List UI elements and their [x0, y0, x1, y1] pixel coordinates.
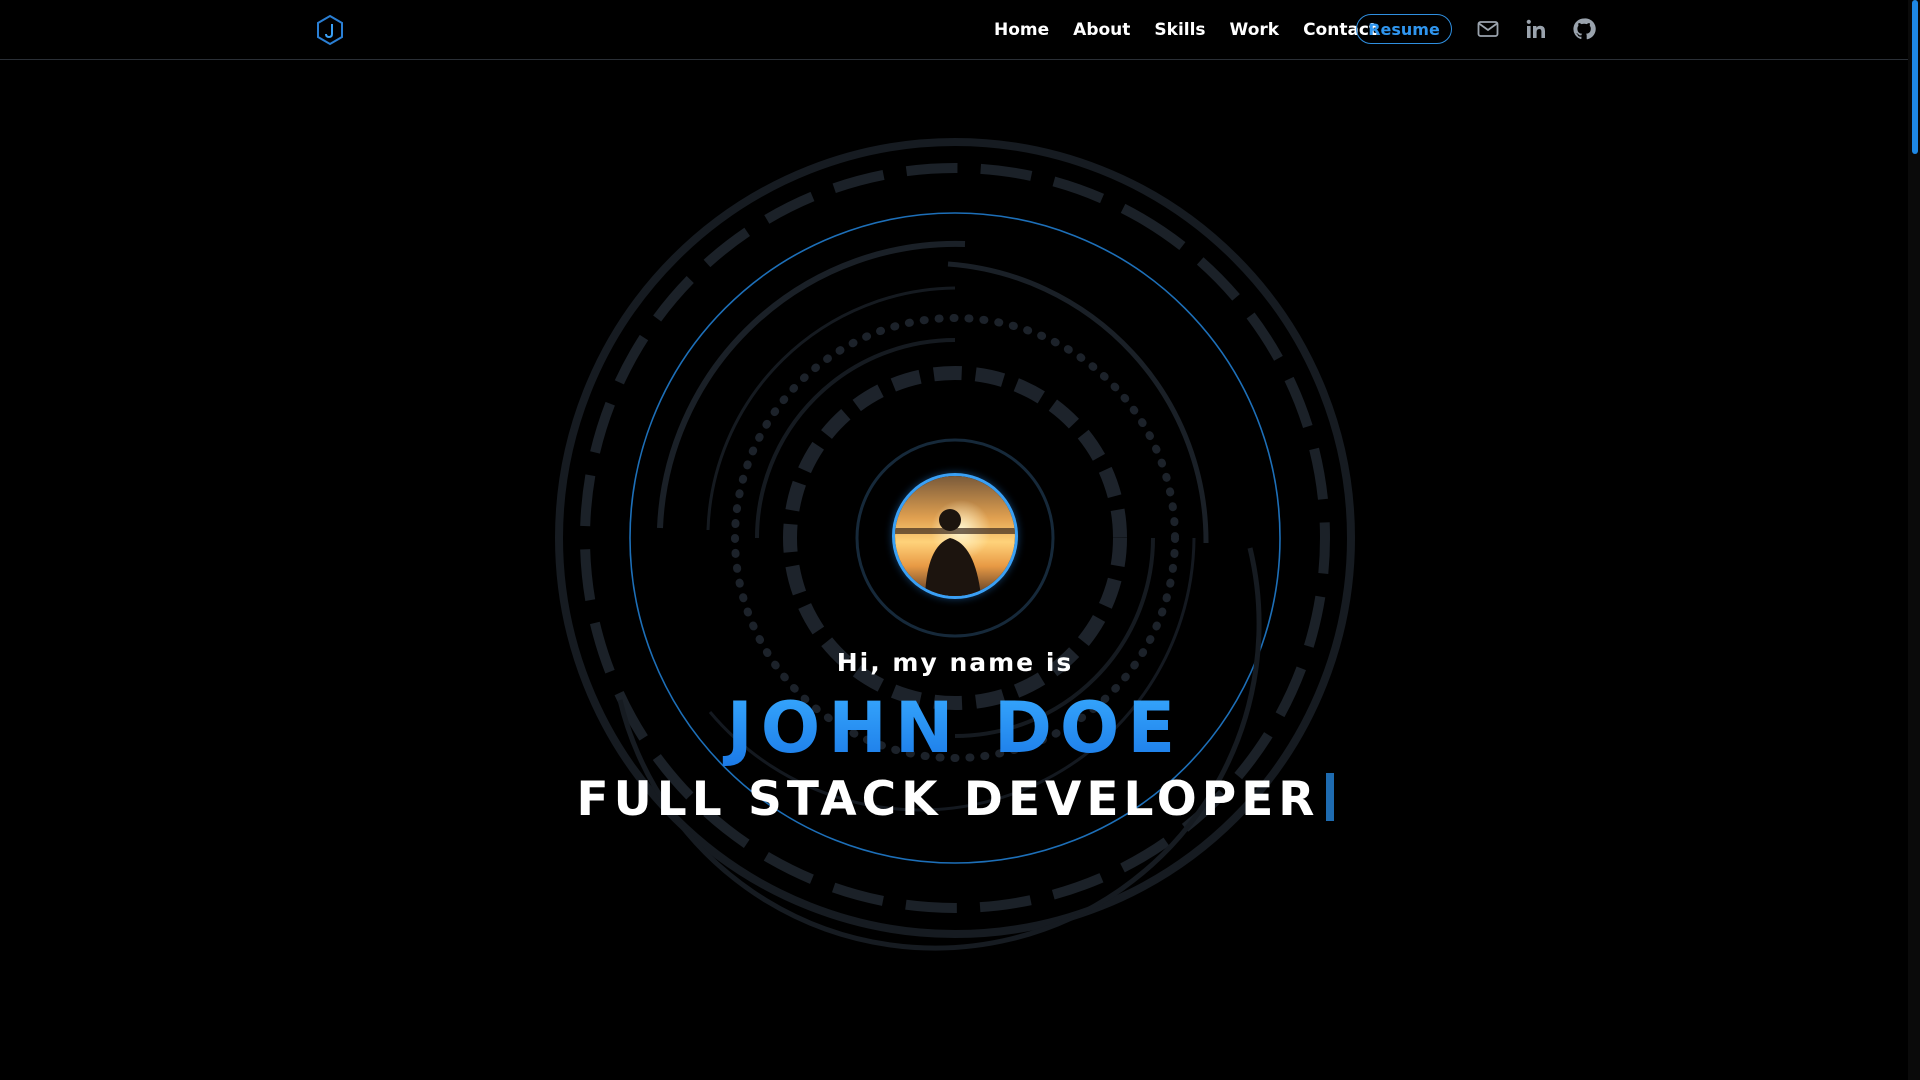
- hero-name: JOHN DOE: [0, 686, 1910, 770]
- mail-icon[interactable]: [1476, 17, 1500, 41]
- nav-skills-link[interactable]: Skills: [1154, 20, 1205, 40]
- linkedin-icon[interactable]: [1524, 17, 1548, 41]
- github-icon[interactable]: [1572, 17, 1596, 41]
- profile-avatar: [892, 473, 1018, 599]
- nav-about-link[interactable]: About: [1073, 20, 1130, 40]
- portfolio-page: Home About Skills Work Contact Resume Hi…: [0, 0, 1920, 1080]
- resume-button[interactable]: Resume: [1356, 14, 1452, 44]
- scrollbar-thumb[interactable]: [1912, 0, 1918, 154]
- scrollbar-track[interactable]: [1908, 0, 1920, 1080]
- hexagon-j-logo-icon[interactable]: [316, 14, 344, 46]
- navbar: Home About Skills Work Contact Resume: [0, 0, 1908, 60]
- typing-cursor: [1325, 773, 1334, 821]
- nav-home-link[interactable]: Home: [994, 20, 1049, 40]
- hero-role-line: FULL STACK DEVELOPER: [0, 772, 1910, 827]
- nav-links: Home About Skills Work Contact: [994, 0, 1401, 60]
- nav-work-link[interactable]: Work: [1230, 20, 1280, 40]
- hero-greeting: Hi, my name is: [836, 648, 1074, 677]
- hero-role: FULL STACK DEVELOPER: [576, 772, 1320, 827]
